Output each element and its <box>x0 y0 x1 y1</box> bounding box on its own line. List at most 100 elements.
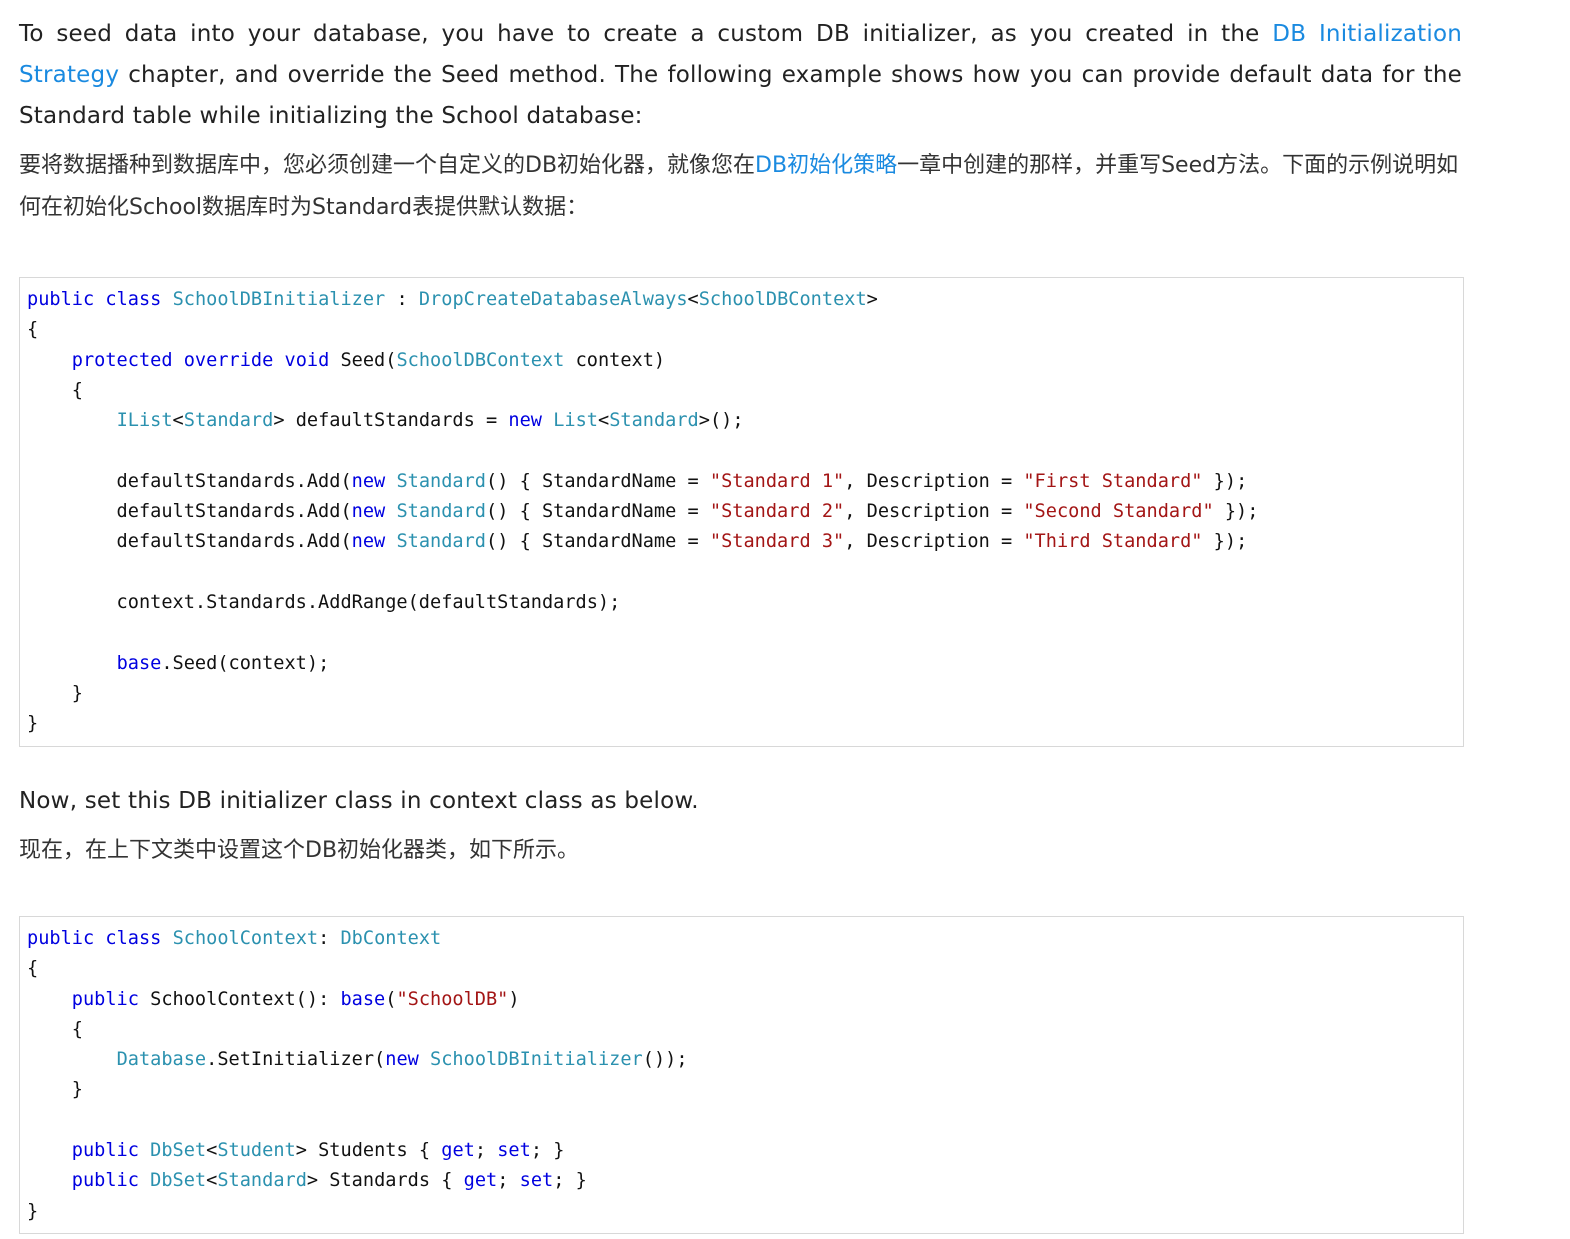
code-line: public class SchoolContext: DbContext <box>27 924 1456 954</box>
code-line: { <box>27 954 1456 984</box>
code-keyword: get <box>463 1170 498 1192</box>
code-text: > Students { <box>295 1140 442 1162</box>
code-text: > <box>866 289 878 310</box>
code-keyword: new <box>351 531 386 553</box>
code-keyword: public <box>71 1140 139 1162</box>
code-line: { <box>27 376 1456 406</box>
code-text: , Description = <box>844 470 1024 492</box>
code-keyword: get <box>441 1140 475 1162</box>
code-text: ; <box>497 1170 520 1192</box>
code-keyword: void <box>284 349 330 371</box>
code-text: >(); <box>698 410 744 432</box>
code-line: defaultStandards.Add(new Standard() { St… <box>27 467 1456 497</box>
code-keyword: set <box>497 1140 531 1162</box>
code-line: public class SchoolDBInitializer : DropC… <box>27 285 1456 315</box>
code-type: SchoolDBInitializer <box>430 1049 643 1071</box>
db-initialization-strategy-link-zh[interactable]: DB初始化策略 <box>755 153 897 178</box>
code-keyword: new <box>351 501 386 523</box>
code-keyword: override <box>183 349 274 371</box>
code-text: { <box>27 958 39 980</box>
code-line: public DbSet<Student> Students { get; se… <box>27 1136 1456 1166</box>
code-type: IList <box>116 410 173 432</box>
code-text: SchoolContext(): <box>138 988 341 1010</box>
code-type: DbSet <box>150 1170 207 1192</box>
code-text: Seed( <box>329 349 397 371</box>
code-type: Standard <box>396 501 486 523</box>
code-string: "Standard 2" <box>709 501 845 523</box>
code-type: SchoolContext <box>172 928 319 949</box>
code-string: "Standard 3" <box>709 531 845 553</box>
now-paragraph-en: Now, set this DB initializer class in co… <box>19 788 699 814</box>
code-line: public DbSet<Standard> Standards { get ; … <box>27 1166 1456 1196</box>
code-line: defaultStandards.Add(new Standard() { St… <box>27 527 1456 557</box>
code-text: defaultStandards.Add( <box>27 531 352 553</box>
code-keyword: class <box>105 289 162 310</box>
code-string: "Second Standard" <box>1023 501 1214 523</box>
code-block-school-context: public class SchoolContext: DbContext { p… <box>19 916 1464 1234</box>
code-keyword: class <box>105 928 162 949</box>
code-text: () { StandardName = <box>486 501 710 523</box>
code-text: } <box>27 682 83 704</box>
code-line: defaultStandards.Add(new Standard() { St… <box>27 497 1456 527</box>
code-line: { <box>27 315 1456 345</box>
code-keyword: public <box>27 289 95 310</box>
code-line: public SchoolContext(): base("SchoolDB") <box>27 985 1456 1015</box>
code-line: base.Seed(context); <box>27 649 1456 679</box>
code-line: Database.SetInitializer(new SchoolDBInit… <box>27 1045 1456 1075</box>
intro-text-before-link: To seed data into your database, you hav… <box>19 21 1273 47</box>
code-text: < <box>597 410 610 432</box>
code-keyword: protected <box>71 349 173 371</box>
code-text: ; } <box>553 1170 587 1192</box>
code-text: .SetInitializer( <box>206 1049 386 1071</box>
code-line: } <box>27 679 1456 709</box>
intro-paragraph-en: To seed data into your database, you hav… <box>19 14 1462 137</box>
code-text: defaultStandards.Add( <box>27 470 352 492</box>
context-section-intro: Now, set this DB initializer class in co… <box>19 781 1462 872</box>
code-type: Standard <box>217 1170 307 1192</box>
code-text: < <box>206 1140 218 1162</box>
code-type: Standard <box>609 410 699 432</box>
now-paragraph-zh: 现在，在上下文类中设置这个DB初始化器类，如下所示。 <box>19 838 580 863</box>
code-text: { <box>27 379 83 401</box>
code-type: Standard <box>396 470 486 492</box>
code-type: DropCreateDatabaseAlways <box>418 289 688 310</box>
code-keyword: new <box>351 470 386 492</box>
code-text: } <box>27 713 39 735</box>
code-string: "SchoolDB" <box>396 988 509 1010</box>
code-line: context.Standards.AddRange(defaultStanda… <box>27 588 1456 618</box>
code-type: Database <box>116 1049 207 1071</box>
code-string: "First Standard" <box>1023 470 1203 492</box>
code-keyword: set <box>519 1170 554 1192</box>
code-text: { <box>27 1018 83 1040</box>
code-text: : <box>385 289 419 310</box>
code-text: } <box>27 1200 39 1222</box>
article-content: To seed data into your database, you hav… <box>19 14 1464 1234</box>
code-keyword: new <box>385 1049 419 1071</box>
code-text: () { StandardName = <box>486 531 710 553</box>
code-text: , Description = <box>844 501 1024 523</box>
code-line: } <box>27 709 1456 739</box>
intro-text-after-link: chapter, and override the Seed method. T… <box>19 62 1462 129</box>
code-text: { <box>27 319 39 341</box>
intro-paragraph-zh: 要将数据播种到数据库中，您必须创建一个自定义的DB初始化器，就像您在DB初始化策… <box>19 145 1462 229</box>
code-text: ( <box>385 988 397 1010</box>
code-type: SchoolDBContext <box>698 289 867 310</box>
code-type: SchoolDBContext <box>396 349 565 371</box>
